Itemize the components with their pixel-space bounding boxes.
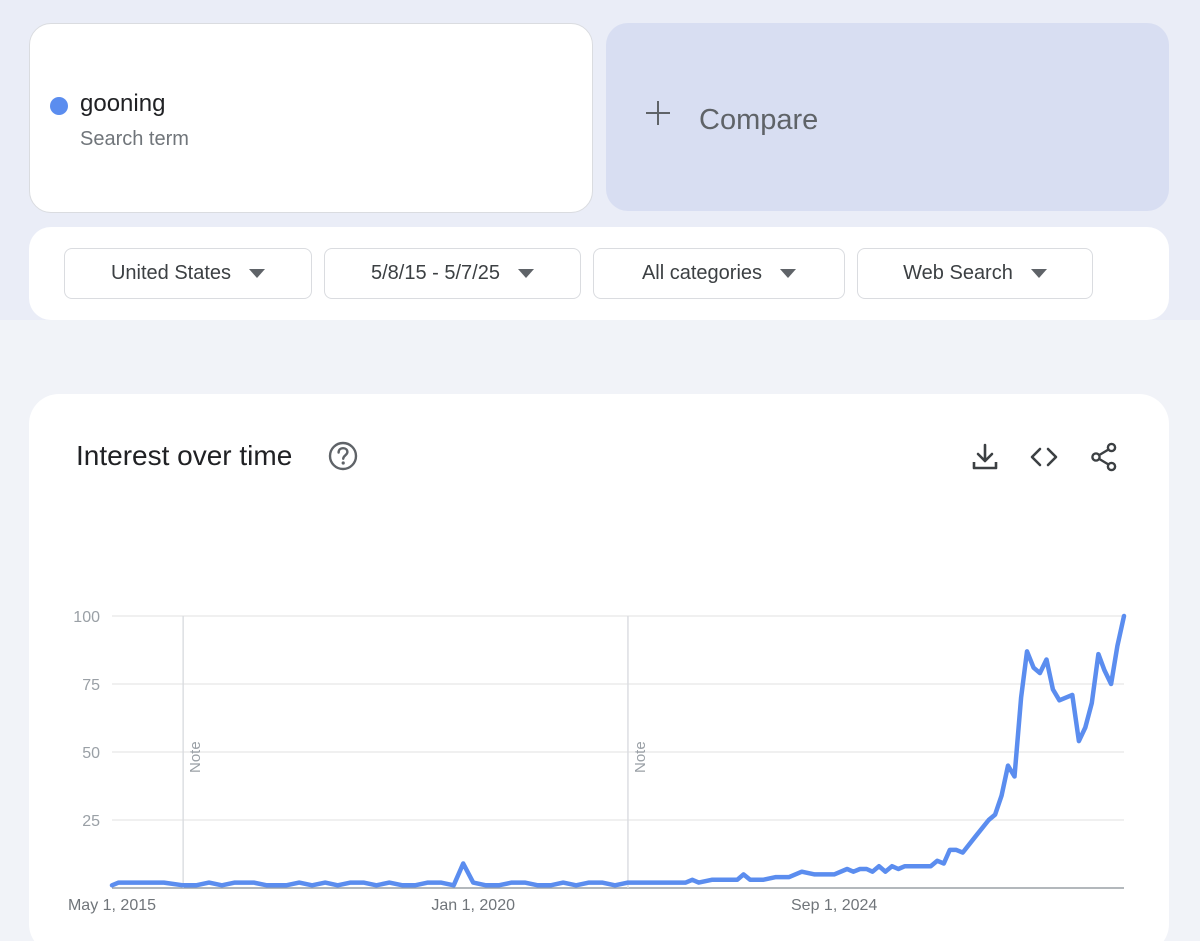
region-filter-label: United States (110, 262, 232, 284)
filters-bar: United States 5/8/15 - 5/7/25 All catego… (29, 227, 1169, 320)
series-line-gooning (109, 613, 1127, 888)
note-marker-label: Note (187, 741, 204, 773)
y-tick-label: 25 (82, 813, 100, 830)
search-type-filter-label: Web Search (903, 262, 1013, 284)
interest-line-chart: 100 75 50 25 Note Note May 1, 2015 Jan 1, 2020 S… (68, 609, 1127, 914)
caret-down-icon (517, 269, 534, 278)
caret-down-icon (780, 269, 797, 278)
plus-icon (646, 101, 670, 125)
category-filter-label: All categories (641, 262, 763, 284)
region-filter-dropdown[interactable]: United States (64, 248, 312, 299)
category-filter-dropdown[interactable]: All categories (593, 248, 845, 299)
compare-button[interactable]: Compare (606, 23, 1169, 211)
y-tick-label: 50 (82, 745, 100, 762)
term-color-dot (50, 97, 68, 115)
search-term-name: gooning (80, 90, 166, 117)
date-range-filter-label: 5/8/15 - 5/7/25 (371, 262, 500, 284)
search-term-card[interactable]: gooning Search term (29, 23, 593, 213)
interest-over-time-panel: Interest over time 100 75 50 25 Note Note May … (29, 394, 1169, 941)
y-tick-label: 100 (73, 609, 100, 626)
search-term-subtitle: Search term (80, 128, 189, 150)
compare-label: Compare (699, 104, 819, 136)
note-marker-label: Note (632, 741, 649, 773)
caret-down-icon (249, 269, 266, 278)
x-tick-label: May 1, 2015 (68, 897, 156, 914)
x-tick-label: Jan 1, 2020 (431, 897, 515, 914)
y-tick-label: 75 (82, 677, 100, 694)
search-type-filter-dropdown[interactable]: Web Search (857, 248, 1093, 299)
caret-down-icon (1030, 269, 1047, 278)
date-range-filter-dropdown[interactable]: 5/8/15 - 5/7/25 (324, 248, 581, 299)
x-tick-label: Sep 1, 2024 (791, 897, 877, 914)
